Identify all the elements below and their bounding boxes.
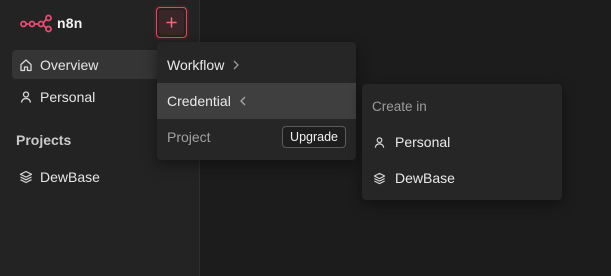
submenu-item-label: DewBase xyxy=(395,170,455,186)
logo[interactable]: n8n xyxy=(20,13,83,33)
sidebar-item-label: DewBase xyxy=(40,168,100,185)
add-button[interactable] xyxy=(156,7,187,38)
home-icon xyxy=(19,58,33,72)
submenu-item-dewbase[interactable]: DewBase xyxy=(362,163,562,193)
submenu-header: Create in xyxy=(372,99,427,114)
menu-item-label: Credential xyxy=(167,93,231,109)
menu-item-project: Project Upgrade xyxy=(157,119,356,155)
menu-item-credential[interactable]: Credential xyxy=(157,83,356,119)
plus-icon xyxy=(166,17,177,28)
menu-item-label: Project xyxy=(167,129,211,145)
chevron-left-icon xyxy=(239,95,247,107)
chevron-right-icon xyxy=(232,59,240,71)
layers-icon xyxy=(373,172,386,185)
layers-icon xyxy=(19,170,33,184)
sidebar-item-label: Overview xyxy=(40,56,99,73)
upgrade-button[interactable]: Upgrade xyxy=(282,126,346,148)
submenu-item-personal[interactable]: Personal xyxy=(362,127,562,157)
sidebar-item-dewbase[interactable]: DewBase xyxy=(12,162,190,191)
user-icon xyxy=(373,136,386,149)
sidebar-item-label: Personal xyxy=(40,88,96,105)
credential-submenu: Create in Personal DewBase xyxy=(362,84,562,200)
menu-item-label: Workflow xyxy=(167,57,225,73)
user-icon xyxy=(19,90,33,104)
projects-heading: Projects xyxy=(16,132,72,148)
submenu-item-label: Personal xyxy=(395,134,451,150)
create-menu: Workflow Credential Project Upgrade xyxy=(157,42,356,160)
add-button-inner xyxy=(159,10,184,35)
menu-item-workflow[interactable]: Workflow xyxy=(157,47,356,83)
app-name: n8n xyxy=(57,15,83,31)
n8n-logo-icon xyxy=(20,14,52,33)
